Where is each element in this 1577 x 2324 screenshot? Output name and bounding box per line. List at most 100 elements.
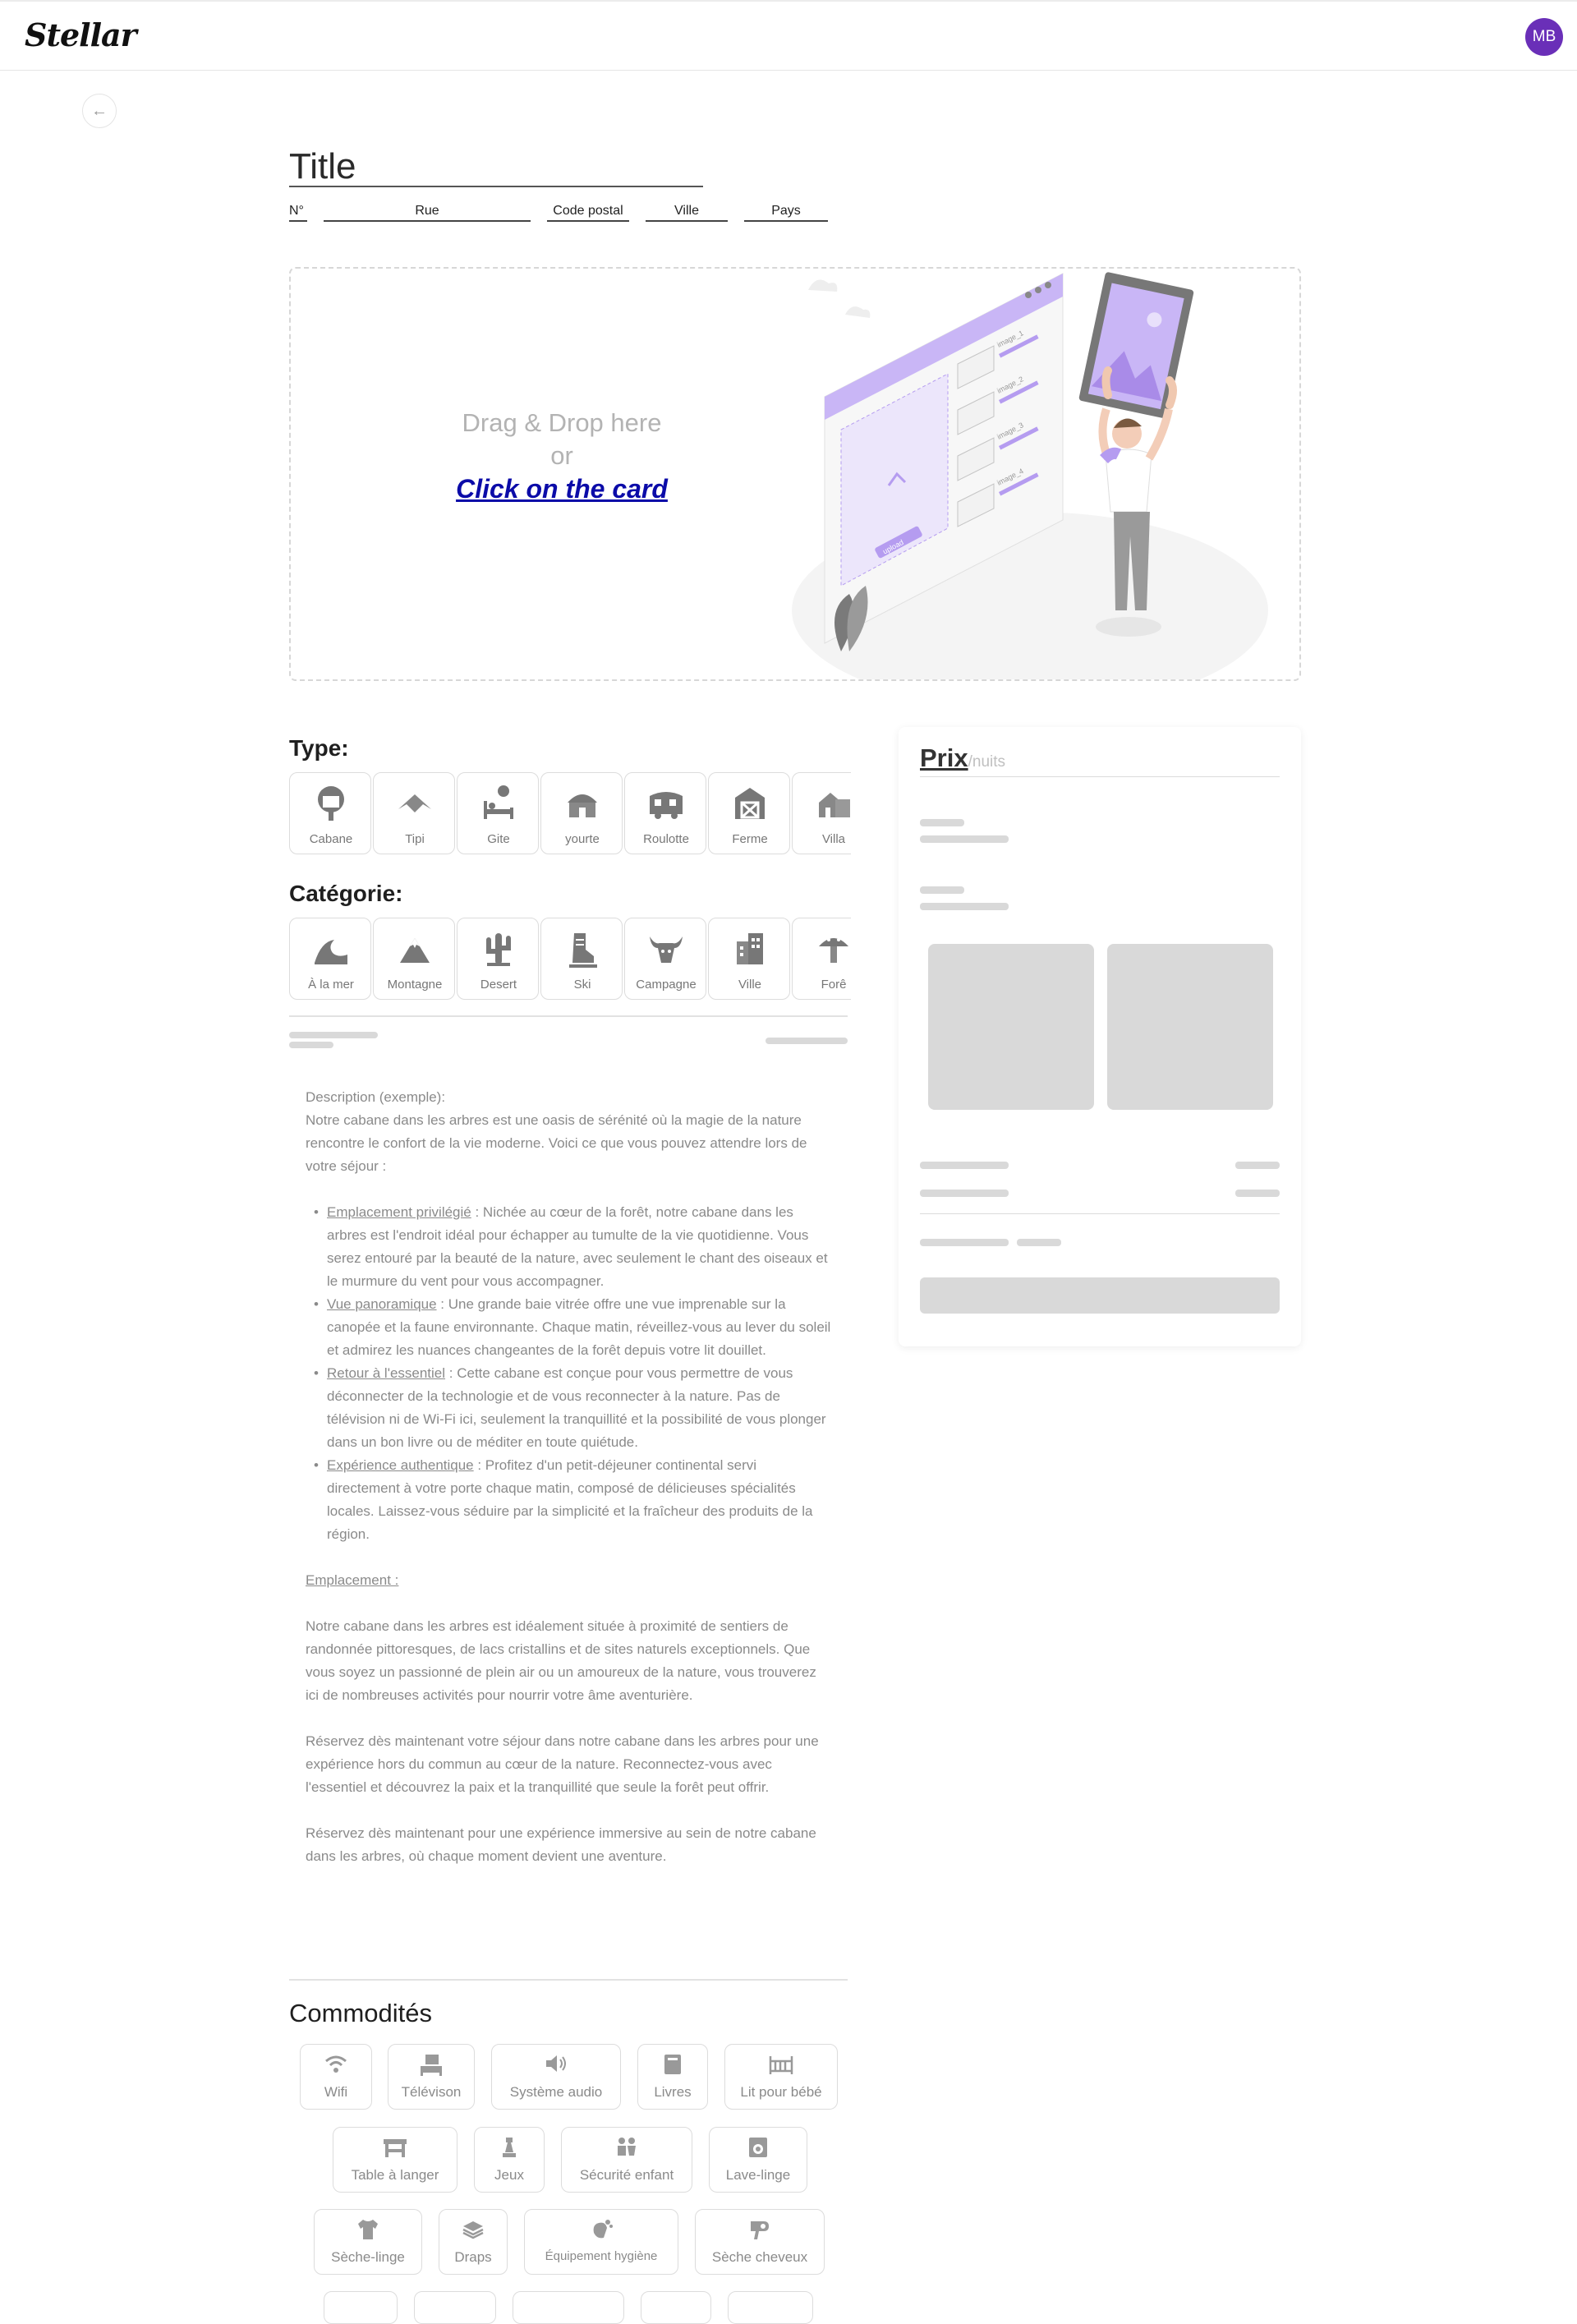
amenity-label: Sèche-linge [331, 2249, 405, 2265]
type-heading: Type: [289, 735, 349, 761]
skeleton-button[interactable] [920, 1277, 1280, 1314]
category-chip-ski[interactable]: Ski [540, 918, 623, 1000]
amenity-hair-dryer[interactable]: Sèche cheveux [695, 2209, 825, 2275]
user-avatar[interactable]: MB [1525, 18, 1563, 56]
skeleton-line [1017, 1239, 1061, 1246]
type-chip-tipi[interactable]: Tipi [373, 772, 455, 854]
washing-machine-icon [749, 2138, 767, 2157]
chip-label: Ski [573, 978, 591, 992]
amenity-card-partial[interactable] [414, 2291, 496, 2324]
category-chip-ville[interactable]: Ville [708, 918, 790, 1000]
title-input[interactable]: Title [289, 146, 703, 187]
bull-skull-icon [650, 937, 683, 963]
bullet-title: Emplacement privilégié [327, 1204, 471, 1220]
dropzone-instructions: Drag & Drop here or Click on the card [414, 407, 710, 505]
arrow-left-icon: ← [91, 101, 108, 120]
skeleton-image [928, 944, 1094, 1110]
section-divider [289, 1979, 848, 1981]
amenity-child-safety[interactable]: Sécurité enfant [561, 2127, 692, 2193]
hygiene-icon [593, 2220, 613, 2239]
bullet-title: Vue panoramique [327, 1296, 437, 1312]
type-chip-villa[interactable]: Villa [792, 772, 851, 854]
type-chip-ferme[interactable]: Ferme [708, 772, 790, 854]
amenity-sheets[interactable]: Draps [439, 2209, 508, 2275]
price-title: Prix/nuits [920, 743, 1005, 773]
amenity-label: Sèche cheveux [711, 2249, 808, 2265]
children-icon [618, 2138, 636, 2156]
amenity-card-partial[interactable] [641, 2291, 711, 2324]
changing-table-icon [384, 2139, 407, 2157]
address-city-field[interactable]: Ville [646, 204, 728, 222]
skeleton-line [920, 903, 1009, 910]
click-card-link[interactable]: Click on the card [414, 472, 710, 505]
crib-icon [769, 2056, 793, 2074]
type-chip-roulotte[interactable]: Roulotte [624, 772, 706, 854]
description-intro-label: Description (exemple): [306, 1089, 446, 1105]
wifi-icon [325, 2055, 347, 2073]
amenity-tv[interactable]: Télévison [388, 2044, 475, 2110]
location-label: Emplacement : [306, 1572, 399, 1588]
amenity-label: Jeux [494, 2167, 524, 2183]
bullet-title: Expérience authentique [327, 1457, 474, 1473]
description-bullets: Emplacement privilégié : Nichée au cœur … [306, 1201, 831, 1546]
amenity-wifi[interactable]: Wifi [300, 2044, 372, 2110]
category-chip-campagne[interactable]: Campagne [624, 918, 706, 1000]
amenity-label: Système audio [509, 2084, 603, 2100]
amenity-label: Draps [454, 2249, 492, 2265]
cta-paragraph-2: Réservez dès maintenant pour une expérie… [306, 1825, 816, 1864]
stellar-logo[interactable]: Stellar [25, 16, 137, 53]
amenity-card-partial[interactable] [324, 2291, 398, 2324]
amenity-books[interactable]: Livres [637, 2044, 708, 2110]
amenity-crib[interactable]: Lit pour bébé [724, 2044, 838, 2110]
amenity-card-partial[interactable] [728, 2291, 813, 2324]
skeleton-line [289, 1032, 378, 1038]
yurt-icon [568, 794, 597, 817]
type-chip-yourte[interactable]: yourte [540, 772, 623, 854]
amenity-label: Équipement hygiène [545, 2249, 658, 2263]
dropzone-line2: or [550, 441, 573, 470]
type-chip-row: Cabane Tipi Gite yourte Roulotte Ferme V… [289, 772, 851, 858]
price-divider [920, 776, 1280, 777]
address-country-field[interactable]: Pays [744, 204, 828, 222]
location-text: Notre cabane dans les arbres est idéalem… [306, 1618, 816, 1703]
image-dropzone-card[interactable]: Drag & Drop here or Click on the card up… [289, 267, 1301, 681]
amenity-games[interactable]: Jeux [474, 2127, 545, 2193]
list-item: Retour à l'essentiel : Cette cabane est … [306, 1362, 831, 1454]
chip-label: Gite [487, 832, 510, 846]
description-editor[interactable]: Description (exemple): Notre cabane dans… [306, 1086, 831, 1891]
skeleton-line [920, 886, 964, 894]
type-chip-cabane[interactable]: Cabane [289, 772, 371, 854]
amenity-audio[interactable]: Système audio [491, 2044, 621, 2110]
back-button[interactable]: ← [82, 94, 117, 128]
amenity-changing-table[interactable]: Table à langer [333, 2127, 457, 2193]
price-unit: /nuits [968, 753, 1006, 771]
top-navbar: Stellar MB [0, 0, 1577, 71]
category-chip-montagne[interactable]: Montagne [373, 918, 455, 1000]
section-divider [289, 1015, 848, 1017]
chip-label: Ferme [732, 832, 768, 846]
skeleton-line [920, 1239, 1009, 1246]
mushroom-icon [819, 938, 848, 963]
chip-label: Ville [738, 978, 762, 992]
amenity-label: Wifi [324, 2084, 348, 2100]
type-chip-gite[interactable]: Gite [457, 772, 539, 854]
category-chip-desert[interactable]: Desert [457, 918, 539, 1000]
address-street-field[interactable]: Rue [324, 204, 531, 222]
amenity-dryer[interactable]: Sèche-linge [314, 2209, 422, 2275]
tipi-icon [398, 794, 431, 812]
amenity-hygiene[interactable]: Équipement hygiène [524, 2209, 678, 2275]
amenity-card-partial[interactable] [513, 2291, 624, 2324]
amenity-label: Table à langer [351, 2167, 439, 2183]
list-item: Expérience authentique : Profitez d'un p… [306, 1454, 831, 1546]
address-number-field[interactable]: N° [289, 204, 307, 222]
category-chip-foret[interactable]: Forê [792, 918, 851, 1000]
hair-dryer-icon [751, 2221, 769, 2239]
skeleton-image [1107, 944, 1273, 1110]
skeleton-line [1235, 1162, 1280, 1169]
amenity-washing-machine[interactable]: Lave-linge [709, 2127, 807, 2193]
price-card: Prix/nuits [899, 727, 1301, 1346]
category-chip-mer[interactable]: À la mer [289, 918, 371, 1000]
bullet-title: Retour à l'essentiel [327, 1365, 446, 1381]
price-divider [920, 1213, 1280, 1214]
address-postal-code-field[interactable]: Code postal [547, 204, 629, 222]
